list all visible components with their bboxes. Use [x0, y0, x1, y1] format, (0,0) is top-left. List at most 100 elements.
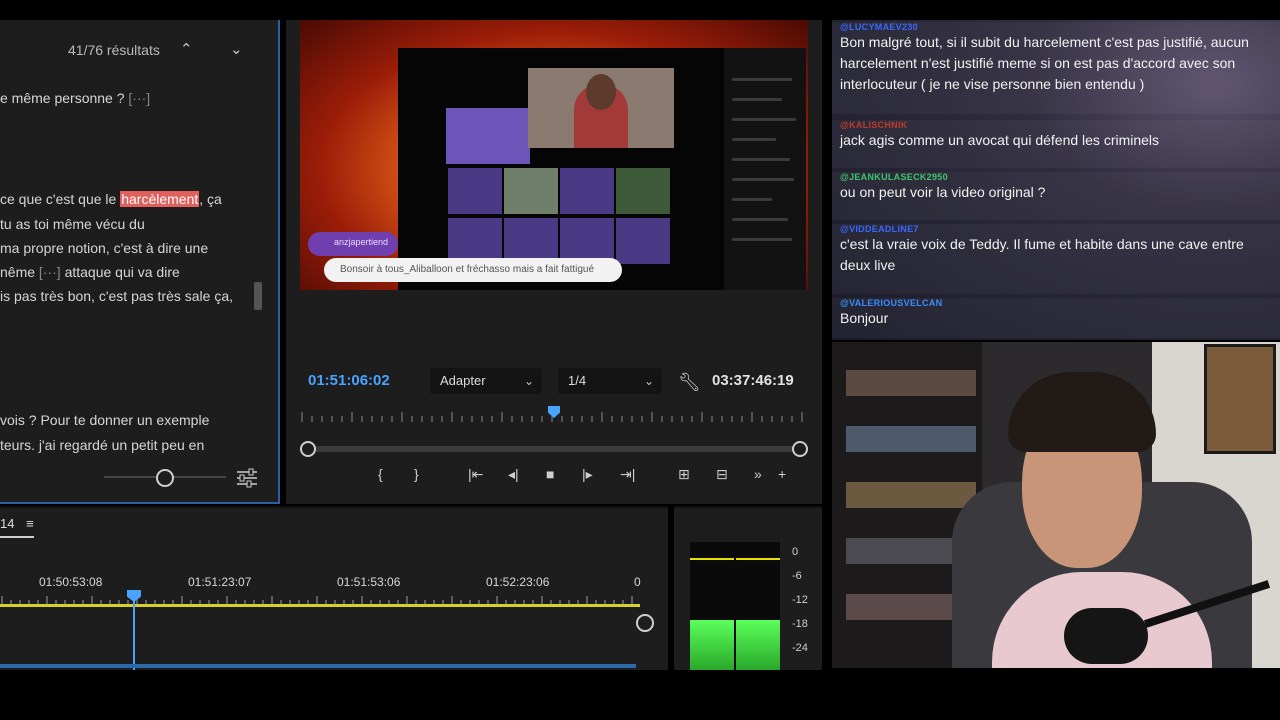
- meter-bar-left: [690, 620, 734, 670]
- mark-out-button[interactable]: }: [414, 466, 419, 482]
- transcript-line[interactable]: ma propre notion, c'est à dire une: [0, 240, 208, 256]
- step-forward-button[interactable]: |▸: [582, 466, 593, 483]
- transcript-scrollbar[interactable]: [254, 282, 262, 310]
- participant-tile: [504, 168, 558, 214]
- search-results-count: 41/76 résultats: [68, 42, 160, 58]
- overlay-caption: Bonsoir à tous_Aliballoon et fréchasso m…: [324, 258, 622, 282]
- timeline-time-label: 01:51:53:06: [337, 575, 401, 589]
- participant-tile: [616, 218, 670, 264]
- db-scale-label: 0: [792, 546, 799, 558]
- tab-underline: [0, 536, 34, 538]
- video-preview[interactable]: anzjapertiend Bonsoir à tous_Aliballoon …: [300, 20, 808, 290]
- transcript-text: attaque qui va dire: [60, 264, 180, 280]
- transcript-line[interactable]: nême [···] attaque qui va dire: [0, 264, 180, 280]
- timeline-time-label: 01:51:23:07: [188, 575, 252, 589]
- audio-meter-panel: 0 -6 -12 -18 -24: [674, 506, 822, 670]
- transcript-text: e même personne ?: [0, 90, 125, 106]
- chevron-down-icon: ⌄: [523, 374, 534, 388]
- timeline-time-label: 01:50:53:08: [39, 575, 103, 589]
- work-area-bar[interactable]: [0, 604, 640, 607]
- timeline-scroll-handle[interactable]: [636, 614, 654, 632]
- chevron-down-icon[interactable]: ⌄: [230, 40, 243, 58]
- playback-resolution-dropdown[interactable]: 1/4 ⌄: [558, 368, 662, 394]
- shelf-row: [846, 370, 976, 396]
- timeline-time-label: 0: [634, 575, 641, 589]
- transcript-line[interactable]: tu as toi même vécu du: [0, 216, 145, 232]
- chat-text: ou on peut voir la video original ?: [840, 184, 1046, 200]
- current-timecode[interactable]: 01:51:06:02: [308, 372, 390, 389]
- streamer-hair: [1008, 372, 1156, 452]
- chat-username: @LUCYMAEV230: [840, 22, 918, 32]
- timeline-playhead[interactable]: [133, 594, 135, 670]
- chat-message: @JEANKULASECK2950 ou on peut voir la vid…: [832, 172, 1280, 220]
- chat-username: @KALISCHNIK: [840, 120, 908, 130]
- more-controls-button[interactable]: »: [754, 466, 762, 482]
- microphone: [1064, 608, 1148, 664]
- shelf-row: [846, 482, 976, 508]
- chat-text: c'est la vraie voix de Teddy. Il fume et…: [840, 236, 1244, 273]
- chevron-up-icon[interactable]: ⌃: [180, 40, 193, 58]
- db-scale-label: -12: [792, 594, 808, 606]
- shelf-row: [846, 426, 976, 452]
- search-highlight: harcèlement: [120, 191, 200, 207]
- zoom-fit-dropdown[interactable]: Adapter ⌄: [430, 368, 542, 394]
- chat-username: @VALERIOUSVELCAN: [840, 298, 943, 308]
- extract-button[interactable]: ⊟: [716, 466, 728, 483]
- transcript-line[interactable]: vois ? Pour te donner un exemple: [0, 412, 209, 428]
- scrollbar-end-handle[interactable]: [792, 441, 808, 457]
- wall-painting: [1204, 344, 1276, 454]
- chat-message: @KALISCHNIK jack agis comme un avocat qu…: [832, 120, 1280, 168]
- transcript-text: , ça: [199, 191, 222, 207]
- chat-text: Bonjour: [840, 310, 889, 326]
- chat-message: @VALERIOUSVELCAN Bonjour: [832, 298, 1280, 338]
- timeline-panel: 14 ≡ 01:50:53:08 01:51:23:07 01:51:53:06…: [0, 506, 668, 670]
- head-shape: [586, 74, 616, 110]
- dropdown-value: 1/4: [568, 373, 587, 388]
- hamburger-menu-icon[interactable]: ≡: [26, 516, 34, 531]
- video-track-clip[interactable]: [0, 664, 636, 668]
- zoom-slider-knob[interactable]: [156, 469, 174, 487]
- audio-meter: [690, 542, 780, 670]
- add-button[interactable]: +: [778, 466, 786, 482]
- lift-button[interactable]: ⊞: [678, 466, 690, 483]
- chat-message: @VIDDEADLINE7 c'est la vraie voix de Ted…: [832, 224, 1280, 294]
- scrollbar-start-handle[interactable]: [300, 441, 316, 457]
- chevron-down-icon: ⌄: [643, 374, 654, 388]
- chat-username: @VIDDEADLINE7: [840, 224, 919, 234]
- db-scale-label: -24: [792, 642, 808, 654]
- go-to-in-button[interactable]: |⇤: [468, 466, 483, 483]
- transcript-line[interactable]: is pas très bon, c'est pas très sale ça,: [0, 288, 233, 304]
- sequence-tab[interactable]: 14 ≡: [0, 516, 34, 531]
- db-scale-label: -18: [792, 618, 808, 630]
- embedded-side-chat: [724, 48, 806, 290]
- go-to-out-button[interactable]: ⇥|: [620, 466, 635, 483]
- chat-message: @LUCYMAEV230 Bon malgré tout, si il subi…: [832, 22, 1280, 114]
- transcript-text: ce que c'est que le: [0, 191, 121, 207]
- participant-tile: [448, 168, 502, 214]
- transcript-text: nême: [0, 264, 39, 280]
- wrench-icon[interactable]: 🔧︎: [678, 372, 701, 393]
- transcript-line[interactable]: teurs. j'ai regardé un petit peu en: [0, 437, 204, 453]
- embedded-stream: [398, 48, 728, 290]
- participant-tile: [616, 168, 670, 214]
- program-monitor: anzjapertiend Bonsoir à tous_Aliballoon …: [286, 20, 822, 504]
- stop-button[interactable]: ■: [546, 466, 554, 482]
- transcript-line[interactable]: ce que c'est que le harcèlement, ça: [0, 191, 222, 207]
- ellipsis: [···]: [128, 90, 151, 106]
- stream-chat: @LUCYMAEV230 Bon malgré tout, si il subi…: [832, 20, 1280, 340]
- participant-tile: [560, 168, 614, 214]
- embedded-webcam: [528, 68, 674, 148]
- dropdown-value: Adapter: [440, 373, 486, 388]
- meter-bar-right: [736, 620, 780, 670]
- timeline-time-label: 01:52:23:06: [486, 575, 550, 589]
- monitor-zoom-scrollbar[interactable]: [308, 446, 800, 452]
- peak-indicator-right: [736, 558, 780, 560]
- sliders-icon[interactable]: [236, 468, 258, 488]
- chat-text: Bon malgré tout, si il subit du harcelem…: [840, 34, 1249, 92]
- overlay-badge-text: anzjapertiend: [334, 237, 389, 247]
- mark-in-button[interactable]: {: [378, 466, 383, 482]
- step-back-button[interactable]: ◂|: [508, 466, 519, 483]
- transcript-line[interactable]: e même personne ? [···]: [0, 90, 150, 106]
- chat-text: jack agis comme un avocat qui défend les…: [840, 132, 1160, 148]
- streamer-webcam: [832, 342, 1280, 668]
